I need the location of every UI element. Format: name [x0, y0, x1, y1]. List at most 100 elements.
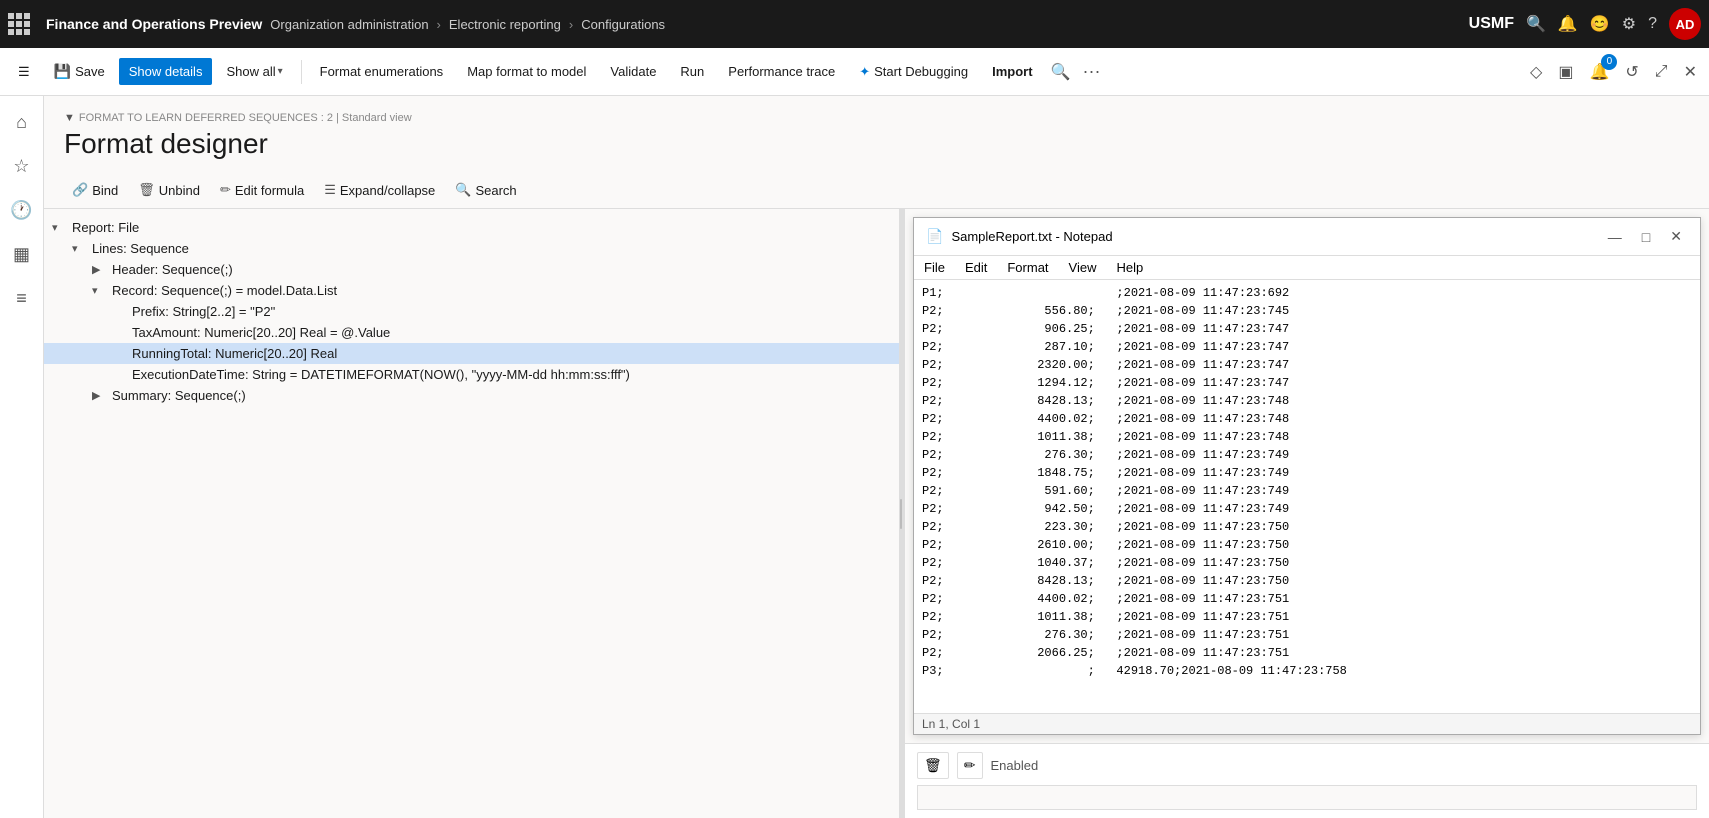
notepad-line: P2; 276.30; ;2021-08-09 11:47:23:751	[918, 626, 1696, 644]
tree-node-9[interactable]: ▶ Summary: Sequence(;)	[44, 385, 899, 406]
panel-splitter[interactable]	[899, 209, 905, 818]
notepad-line: P2; 2066.25; ;2021-08-09 11:47:23:751	[918, 644, 1696, 662]
edit-formula-button[interactable]: ✏ Edit formula	[212, 178, 312, 202]
nav-org-admin[interactable]: Organization administration	[270, 17, 428, 32]
debug-icon: ✦	[859, 64, 870, 80]
apps-icon[interactable]	[8, 13, 30, 35]
start-debugging-button[interactable]: ✦ Start Debugging	[849, 58, 978, 86]
show-details-button[interactable]: Show details	[119, 58, 213, 85]
notepad-menu-format[interactable]: Format	[997, 256, 1058, 279]
notepad-menu-edit[interactable]: Edit	[955, 256, 997, 279]
tree-node-3[interactable]: ▶ Header: Sequence(;)	[44, 259, 899, 280]
breadcrumb: ▼ FORMAT TO LEARN DEFERRED SEQUENCES : 2…	[64, 112, 1689, 124]
notepad-menu-help[interactable]: Help	[1106, 256, 1153, 279]
badge-wrap: 🔔 0	[1585, 58, 1613, 86]
split-view: ▾ Report: File ▾ Lines: Sequence ▶ Heade…	[44, 209, 1709, 818]
diamond-icon[interactable]: ◇	[1526, 58, 1546, 86]
tree-node-label-6: TaxAmount: Numeric[20..20] Real = @.Valu…	[132, 325, 390, 340]
pencil-icon: ✏	[220, 182, 231, 198]
nav-configurations[interactable]: Configurations	[581, 17, 665, 32]
notification-badge: 0	[1601, 54, 1617, 70]
validate-button[interactable]: Validate	[600, 58, 666, 85]
map-format-button[interactable]: Map format to model	[457, 58, 596, 85]
notepad-close-btn[interactable]: ✕	[1664, 226, 1688, 247]
notepad-titlebar: 📄 SampleReport.txt - Notepad — □ ✕	[914, 218, 1700, 256]
notepad-line: P2; 1011.38; ;2021-08-09 11:47:23:751	[918, 608, 1696, 626]
search-icon[interactable]: 🔍	[1526, 14, 1546, 34]
expand-icon[interactable]: ⤢	[1651, 59, 1672, 85]
expand-icon-4: ▾	[92, 284, 108, 297]
tree-node-1[interactable]: ▾ Report: File	[44, 217, 899, 238]
expand-icon-9: ▶	[92, 389, 108, 402]
bottom-edit-btn[interactable]: ✏	[957, 752, 983, 779]
notepad-menu-file[interactable]: File	[914, 256, 955, 279]
notepad-maximize-btn[interactable]: □	[1636, 227, 1656, 247]
import-button[interactable]: Import	[982, 58, 1042, 85]
bottom-panel-input[interactable]	[917, 785, 1697, 810]
nav-electronic-reporting[interactable]: Electronic reporting	[449, 17, 561, 32]
notepad-line: P2; 906.25; ;2021-08-09 11:47:23:747	[918, 320, 1696, 338]
notepad-line: P2; 8428.13; ;2021-08-09 11:47:23:748	[918, 392, 1696, 410]
tree-node-2[interactable]: ▾ Lines: Sequence	[44, 238, 899, 259]
performance-trace-button[interactable]: Performance trace	[718, 58, 845, 85]
save-button[interactable]: 💾 Save	[44, 57, 115, 86]
tree-node-8[interactable]: ExecutionDateTime: String = DATETIMEFORM…	[44, 364, 899, 385]
notepad-line: P2; 942.50; ;2021-08-09 11:47:23:749	[918, 500, 1696, 518]
tree-node-7[interactable]: RunningTotal: Numeric[20..20] Real	[44, 343, 899, 364]
format-enumerations-button[interactable]: Format enumerations	[310, 58, 454, 85]
save-icon: 💾	[54, 63, 71, 80]
page-title: Format designer	[64, 128, 1689, 160]
notepad-menu: File Edit Format View Help	[914, 256, 1700, 280]
close-toolbar-icon[interactable]: ✕	[1680, 58, 1701, 86]
help-icon[interactable]: ?	[1648, 15, 1657, 33]
avatar[interactable]: AD	[1669, 8, 1701, 40]
tree-node-label-1: Report: File	[72, 220, 139, 235]
breadcrumb-nav: Organization administration › Electronic…	[270, 17, 1460, 32]
clock-icon[interactable]: 🕐	[4, 192, 40, 228]
settings-icon[interactable]: ⚙	[1622, 14, 1636, 34]
notepad-menu-view[interactable]: View	[1059, 256, 1107, 279]
user-icon[interactable]: 😊	[1590, 14, 1610, 34]
list-icon[interactable]: ≡	[4, 280, 40, 316]
enabled-label: Enabled	[991, 758, 1039, 773]
bind-button[interactable]: 🔗 Bind	[64, 178, 126, 202]
notepad-title: SampleReport.txt - Notepad	[951, 229, 1593, 244]
notepad-line: P2; 223.30; ;2021-08-09 11:47:23:750	[918, 518, 1696, 536]
right-panel: 📄 SampleReport.txt - Notepad — □ ✕ File …	[905, 209, 1709, 818]
bottom-delete-btn[interactable]: 🗑	[917, 752, 949, 779]
tree-node-label-3: Header: Sequence(;)	[112, 262, 233, 277]
home-icon[interactable]: ⌂	[4, 104, 40, 140]
hamburger-btn[interactable]: ☰	[8, 58, 40, 86]
notepad-line: P2; 4400.02; ;2021-08-09 11:47:23:748	[918, 410, 1696, 428]
star-icon[interactable]: ☆	[4, 148, 40, 184]
more-options-icon[interactable]: ···	[1074, 57, 1108, 86]
tree-node-label-9: Summary: Sequence(;)	[112, 388, 246, 403]
link-icon: 🔗	[72, 182, 88, 198]
import-search-icon[interactable]: 🔍	[1051, 62, 1071, 82]
panel-icon[interactable]: ▣	[1554, 58, 1577, 86]
refresh-icon[interactable]: ↺	[1621, 58, 1642, 86]
unbind-button[interactable]: 🗑 Unbind	[130, 178, 208, 202]
search-tool-icon: 🔍	[455, 182, 471, 198]
show-all-button[interactable]: Show all ▾	[216, 58, 292, 85]
notepad-line: P2; 1011.38; ;2021-08-09 11:47:23:748	[918, 428, 1696, 446]
page-header: ▼ FORMAT TO LEARN DEFERRED SEQUENCES : 2…	[44, 96, 1709, 172]
content-area: ▼ FORMAT TO LEARN DEFERRED SEQUENCES : 2…	[44, 96, 1709, 818]
tree-node-6[interactable]: TaxAmount: Numeric[20..20] Real = @.Valu…	[44, 322, 899, 343]
top-bar: Finance and Operations Preview Organizat…	[0, 0, 1709, 48]
tree-node-4[interactable]: ▾ Record: Sequence(;) = model.Data.List	[44, 280, 899, 301]
notepad-content: P1; ;2021-08-09 11:47:23:692P2; 556.80; …	[914, 280, 1700, 713]
bottom-panel-input-row	[917, 785, 1697, 810]
expand-collapse-button[interactable]: ☰ Expand/collapse	[316, 178, 443, 202]
calendar-icon[interactable]: ▦	[4, 236, 40, 272]
trash-icon: 🗑	[138, 182, 155, 198]
top-bar-right: USMF 🔍 🔔 😊 ⚙ ? AD	[1469, 8, 1701, 40]
notepad-minimize-btn[interactable]: —	[1602, 227, 1628, 247]
search-button[interactable]: 🔍 Search	[447, 178, 524, 202]
expand-icon-2: ▾	[72, 242, 88, 255]
tree-node-5[interactable]: Prefix: String[2..2] = "P2"	[44, 301, 899, 322]
bell-icon[interactable]: 🔔	[1558, 14, 1578, 34]
run-button[interactable]: Run	[670, 58, 714, 85]
main-toolbar: ☰ 💾 Save Show details Show all ▾ Format …	[0, 48, 1709, 96]
filter-icon[interactable]: ▼	[64, 112, 75, 124]
